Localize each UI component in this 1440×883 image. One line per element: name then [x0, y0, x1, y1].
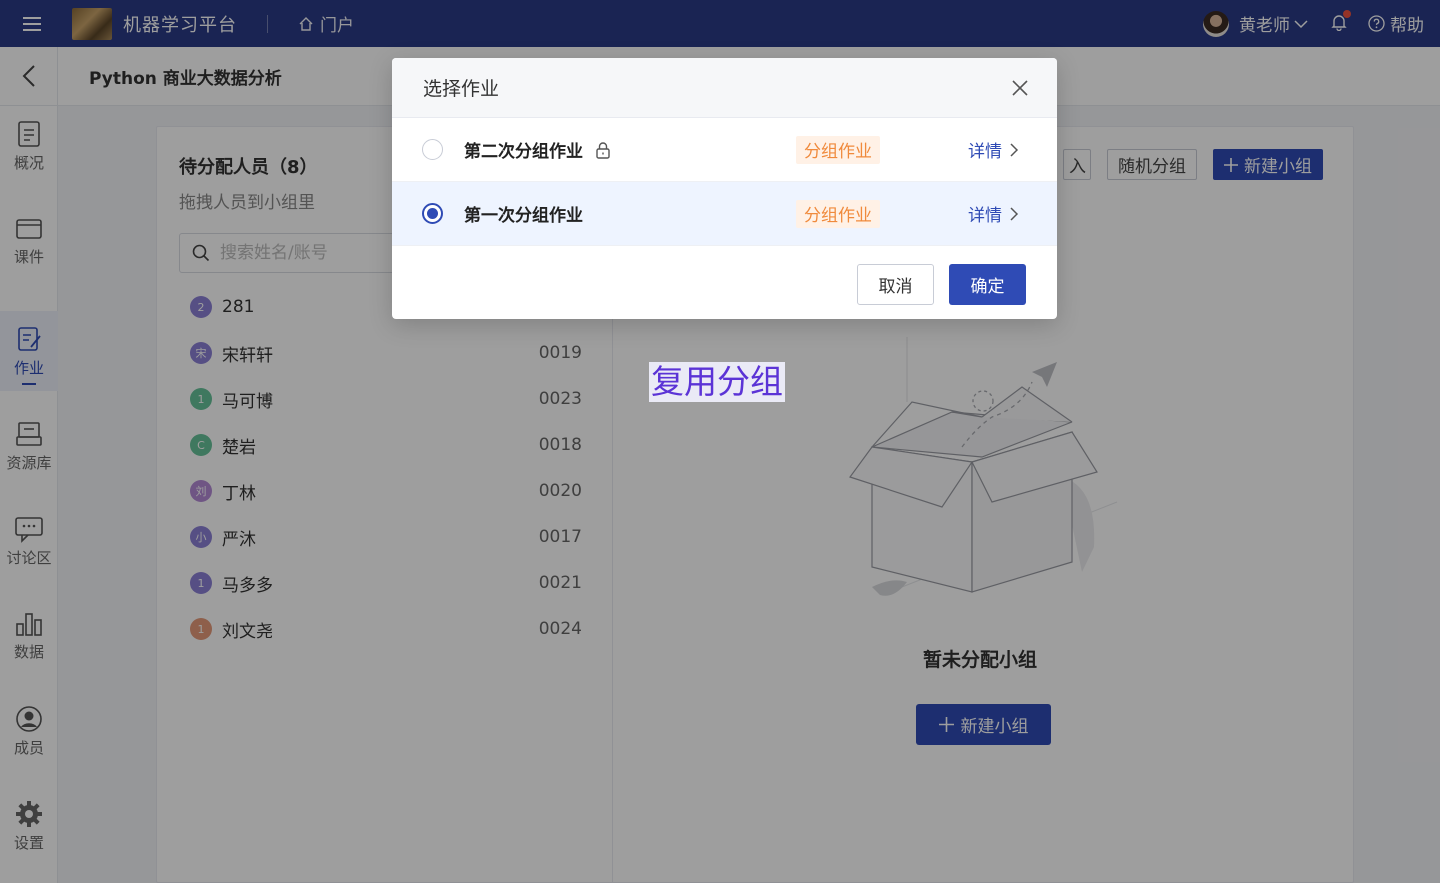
homework-radio[interactable]	[422, 139, 443, 160]
confirm-button[interactable]: 确定	[949, 264, 1026, 305]
homework-name: 第二次分组作业	[464, 142, 583, 162]
chevron-right-icon	[1010, 142, 1019, 157]
lock-icon	[595, 141, 611, 159]
homework-detail-link[interactable]: 详情	[968, 201, 1019, 226]
detail-label: 详情	[968, 206, 1002, 226]
homework-type-tag: 分组作业	[796, 135, 880, 164]
homework-option[interactable]: 第一次分组作业 分组作业 详情	[392, 182, 1057, 246]
homework-radio[interactable]	[422, 203, 443, 224]
detail-label: 详情	[968, 142, 1002, 162]
homework-type-tag: 分组作业	[796, 199, 880, 228]
close-icon[interactable]	[1011, 79, 1029, 97]
select-homework-dialog: 选择作业 第二次分组作业 分组作业 详情 第一次分组作业 分组作业 详情 取消 …	[392, 58, 1057, 319]
dialog-title: 选择作业	[423, 78, 500, 100]
chevron-right-icon	[1010, 206, 1019, 221]
dialog-footer: 取消 确定	[392, 250, 1057, 319]
reuse-group-label[interactable]: 复用分组	[649, 362, 785, 402]
cancel-button[interactable]: 取消	[857, 264, 934, 305]
dialog-header: 选择作业	[392, 58, 1057, 118]
homework-detail-link[interactable]: 详情	[968, 137, 1019, 162]
homework-name: 第一次分组作业	[464, 206, 583, 226]
homework-option[interactable]: 第二次分组作业 分组作业 详情	[392, 118, 1057, 182]
